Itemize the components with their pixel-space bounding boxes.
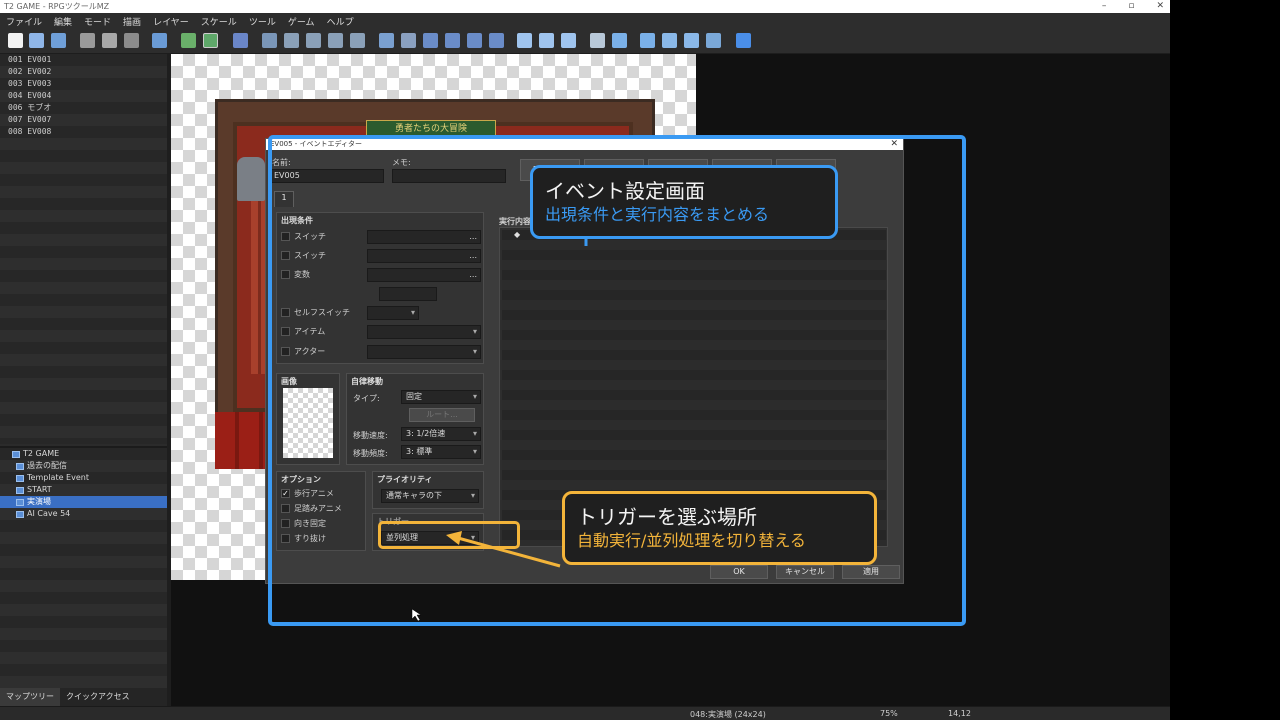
status-coords: 14,12 [948,709,971,718]
event-list-item[interactable]: 004 EV004 [0,90,167,102]
eraser-icon[interactable] [401,33,416,48]
menu-file[interactable]: ファイル [6,15,42,28]
zoom-out-icon[interactable] [539,33,554,48]
fill-icon[interactable] [467,33,482,48]
rectangle-icon[interactable] [423,33,438,48]
event-list-item[interactable]: 006 モブオ [0,102,167,114]
menu-bar: ファイル 編集 モード 描画 レイヤー スケール ツール ゲーム ヘルプ [0,13,1170,29]
undo-icon[interactable] [152,33,167,48]
menu-mode[interactable]: モード [84,15,111,28]
map-icon [16,474,24,482]
layer-4-icon[interactable] [328,33,343,48]
map-tree-item[interactable]: AI Cave 54 [0,508,167,520]
database-icon[interactable] [590,33,605,48]
map-mode-icon[interactable] [181,33,196,48]
zoom-in-icon[interactable] [517,33,532,48]
maximize-icon[interactable]: ▫ [1128,0,1134,13]
status-map-name: 048:実演場 (24x24) [690,710,766,719]
map-tree-item[interactable]: 過去の配信 [0,460,167,472]
copy-icon[interactable] [102,33,117,48]
callout-trigger-title: トリガーを選ぶ場所 [577,505,757,529]
map-tree-item-selected[interactable]: 実演場 [0,496,167,508]
event-list-item[interactable]: 007 EV007 [0,114,167,126]
event-list-item[interactable]: 003 EV003 [0,78,167,90]
map-icon [16,462,24,470]
sound-test-icon[interactable] [640,33,655,48]
toolbar [0,29,1170,54]
callout-event-settings-subtitle: 出現条件と実行内容をまとめる [545,205,770,224]
menu-edit[interactable]: 編集 [54,15,72,28]
close-icon[interactable]: ✕ [1156,0,1164,13]
callout-event-settings: イベント設定画面 出現条件と実行内容をまとめる [530,165,838,239]
new-project-icon[interactable] [8,33,23,48]
menu-layer[interactable]: レイヤー [153,15,189,28]
paste-icon[interactable] [124,33,139,48]
save-project-icon[interactable] [51,33,66,48]
map-icon [16,498,24,506]
callout-trigger-subtitle: 自動実行/並列処理を切り替える [577,531,806,550]
playtest-icon[interactable] [736,33,751,48]
event-mode-icon[interactable] [203,33,218,48]
map-tree-item[interactable]: START [0,484,167,496]
map-icon [16,510,24,518]
map-tree-panel: T2 GAME 過去の配信 Template Event START 実演場 A… [0,446,167,688]
window-title: T2 GAME - RPGツクールMZ [4,2,110,11]
event-list-item[interactable]: 001 EV001 [0,54,167,66]
pencil-icon[interactable] [379,33,394,48]
gargoyle-statue [237,157,265,201]
ellipse-icon[interactable] [445,33,460,48]
plugin-manager-icon[interactable] [612,33,627,48]
map-tree-item[interactable]: Template Event [0,472,167,484]
project-icon [12,450,20,458]
character-generator-icon[interactable] [684,33,699,48]
cut-icon[interactable] [80,33,95,48]
map-banner: 勇者たちの大冒険 [366,120,496,136]
resource-manager-icon[interactable] [706,33,721,48]
callout-event-settings-title: イベント設定画面 [545,179,705,203]
callout-trigger: トリガーを選ぶ場所 自動実行/並列処理を切り替える [562,491,877,565]
status-zoom: 75% [880,709,898,718]
shadow-pen-icon[interactable] [489,33,504,48]
highlight-frame-trigger [378,521,520,549]
layer-3-icon[interactable] [306,33,321,48]
outside-area [1170,0,1280,720]
layer-2-icon[interactable] [284,33,299,48]
map-icon [16,486,24,494]
map-tree-root[interactable]: T2 GAME [0,448,167,460]
left-bottom-tabs: マップツリー クイックアクセス [0,688,167,706]
status-bar: 048:実演場 (24x24) 75% 14,12 [0,706,1170,720]
region-mode-icon[interactable] [233,33,248,48]
tab-map-tree[interactable]: マップツリー [0,688,60,706]
event-list-item[interactable]: 008 EV008 [0,126,167,138]
event-searcher-icon[interactable] [662,33,677,48]
event-list-panel: 001 EV001 002 EV002 003 EV003 004 EV004 … [0,54,167,444]
menu-tools[interactable]: ツール [249,15,276,28]
layer-auto-icon[interactable] [350,33,365,48]
event-list-item[interactable]: 002 EV002 [0,66,167,78]
title-bar: T2 GAME - RPGツクールMZ – ▫ ✕ [0,0,1170,13]
menu-scale[interactable]: スケール [201,15,237,28]
menu-draw[interactable]: 描画 [123,15,141,28]
menu-game[interactable]: ゲーム [288,15,315,28]
minimize-icon[interactable]: – [1102,0,1107,13]
actual-size-icon[interactable] [561,33,576,48]
tab-quick-access[interactable]: クイックアクセス [60,688,136,706]
layer-1-icon[interactable] [262,33,277,48]
open-project-icon[interactable] [29,33,44,48]
menu-help[interactable]: ヘルプ [327,15,354,28]
